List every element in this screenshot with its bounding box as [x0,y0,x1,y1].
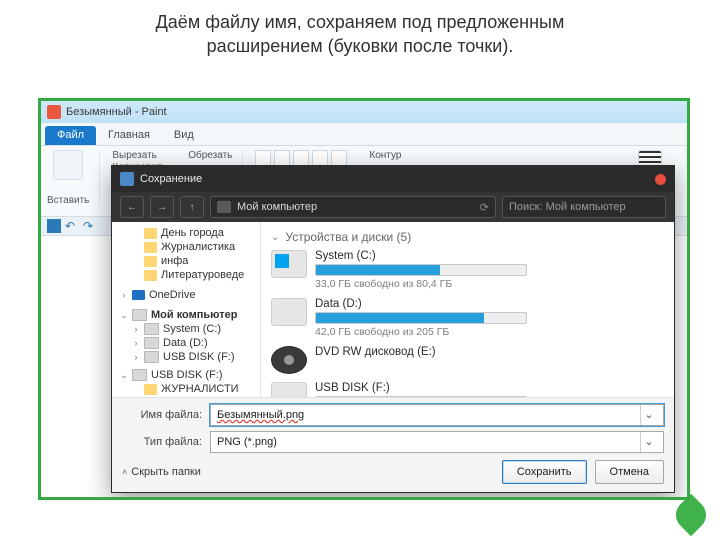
filetype-label: Тип файла: [122,436,202,448]
drive-icon [144,323,159,335]
slide-decoration-leaf [670,494,712,536]
drive-item[interactable]: Data (D:) 42,0 ГБ свободно из 205 ГБ [271,298,664,338]
paste-icon[interactable] [53,150,83,180]
dropdown-icon[interactable]: ⌄ [640,432,657,452]
tab-view[interactable]: Вид [162,126,206,145]
folder-icon [144,228,157,239]
tree-folder: Литературоведе [112,268,260,282]
address-text: Мой компьютер [237,201,317,213]
filename-value: Безымянный.png [217,409,304,421]
tab-home[interactable]: Главная [96,126,162,145]
nav-up-button[interactable]: ↑ [180,196,204,218]
nav-back-button[interactable]: ← [120,196,144,218]
outline-label[interactable]: Контур [369,150,401,161]
tree-folder: Журналистика [112,240,260,254]
dialog-footer: Имя файла: Безымянный.png ⌄ Тип файла: P… [112,397,674,492]
tree-folder: ЖУРНАЛИСТИ [112,382,260,396]
filetype-select[interactable]: PNG (*.png) ⌄ [210,431,664,453]
chevron-up-icon: ˄ [122,467,127,477]
tree-drive: ›System (C:) [112,322,260,336]
drive-icon [144,351,159,363]
tree-drive: ›USB DISK (F:) [112,350,260,364]
undo-icon[interactable]: ↶ [65,219,79,233]
folder-icon [144,270,157,281]
caption-line2: расширением (буковки после точки). [207,36,514,56]
redo-icon[interactable]: ↷ [83,219,97,233]
tool-icon[interactable] [293,150,309,166]
dropdown-icon[interactable]: ⌄ [640,405,657,425]
paint-titlebar: Безымянный - Paint [41,101,687,123]
paint-title-text: Безымянный - Paint [66,106,167,118]
cut-label[interactable]: Вырезать [112,150,156,161]
save-button[interactable]: Сохранить [502,460,587,484]
drive-item[interactable]: System (C:) 33,0 ГБ свободно из 80,4 ГБ [271,250,664,290]
tree-drive: ›Data (D:) [112,336,260,350]
search-placeholder: Поиск: Мой компьютер [509,201,626,213]
drive-item[interactable]: DVD RW дисковод (E:) [271,346,664,374]
ribbon-group-clipboard: Вставить [47,150,100,206]
drive-hdd-icon [271,298,307,326]
tree-folder: День города [112,226,260,240]
folder-icon [144,242,157,253]
filename-input[interactable]: Безымянный.png ⌄ [210,404,664,426]
caption-line1: Даём файлу имя, сохраняем под предложенн… [156,12,565,32]
address-bar[interactable]: Мой компьютер ⟳ [210,196,496,218]
usage-bar [316,313,484,323]
hide-folders-toggle[interactable]: ˄ Скрыть папки [122,466,201,478]
save-icon[interactable] [47,219,61,233]
crop-label[interactable]: Обрезать [188,150,232,161]
folder-tree[interactable]: День города Журналистика инфа Литературо… [112,222,261,397]
group-title: Устройства и диски (5) [285,230,411,244]
folder-icon [144,384,157,395]
tool-icon[interactable] [255,150,271,166]
dialog-titlebar: Сохранение [112,166,674,192]
drive-icon [144,337,159,349]
tree-computer: ⌄Мой компьютер [112,308,260,322]
save-as-dialog: Сохранение ← → ↑ Мой компьютер ⟳ Поиск: … [111,165,675,493]
drive-item[interactable]: USB DISK (F:) 3,70 ГБ свободно из 3,72 Г… [271,382,664,397]
drive-icon [132,369,147,381]
tree-usb: ⌄USB DISK (F:) [112,368,260,382]
paste-label: Вставить [47,195,89,206]
computer-icon [217,201,231,213]
ribbon-tabs: Файл Главная Вид [41,123,687,146]
slide-caption: Даём файлу имя, сохраняем под предложенн… [0,10,720,59]
chevron-down-icon: ⌄ [271,232,279,243]
paint-window: Безымянный - Paint Файл Главная Вид Вста… [38,98,690,500]
close-icon[interactable] [655,174,666,185]
refresh-icon[interactable]: ⟳ [480,201,489,214]
filetype-value: PNG (*.png) [217,436,277,448]
tab-file[interactable]: Файл [45,126,96,145]
tree-onedrive: ›OneDrive [112,288,260,302]
dialog-title: Сохранение [140,173,202,185]
paint-app-icon [47,105,61,119]
filename-label: Имя файла: [122,409,202,421]
nav-forward-button[interactable]: → [150,196,174,218]
usage-bar [316,265,440,275]
group-header[interactable]: ⌄ Устройства и диски (5) [271,230,664,244]
save-dialog-icon [120,172,134,186]
tool-icon[interactable] [331,150,347,166]
dialog-navbar: ← → ↑ Мой компьютер ⟳ Поиск: Мой компьют… [112,192,674,222]
search-input[interactable]: Поиск: Мой компьютер [502,196,666,218]
drive-usb-icon [271,382,307,397]
folder-icon [144,256,157,267]
tool-icon[interactable] [312,150,328,166]
onedrive-icon [132,290,145,300]
drive-system-icon [271,250,307,278]
drive-list: ⌄ Устройства и диски (5) System (C:) 33,… [261,222,674,397]
tool-icon[interactable] [274,150,290,166]
computer-icon [132,309,147,321]
cancel-button[interactable]: Отмена [595,460,664,484]
tree-folder: инфа [112,254,260,268]
drive-dvd-icon [271,346,307,374]
